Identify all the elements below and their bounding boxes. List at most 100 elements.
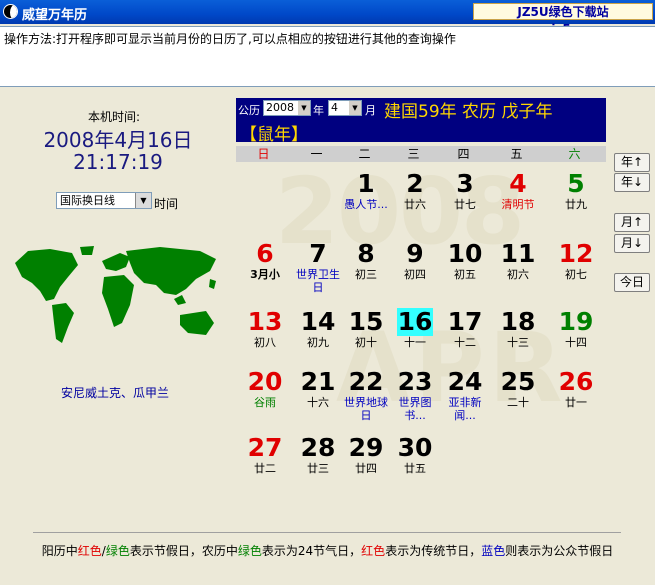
calendar-day[interactable]: 20 谷雨 xyxy=(240,367,290,410)
calendar-day[interactable]: 10 初五 xyxy=(440,239,490,282)
year-suffix: 年 xyxy=(313,104,324,117)
day-lunar-label: 初九 xyxy=(307,336,329,349)
calendar-day[interactable]: 27 廿二 xyxy=(240,434,290,476)
calendar-day[interactable]: 28 廿三 xyxy=(293,434,343,476)
calendar-day[interactable]: 6 3月小 xyxy=(240,240,290,282)
legend-text: 阳历中 xyxy=(41,544,78,558)
day-number: 4 xyxy=(509,169,527,198)
day-lunar-label: 十一 xyxy=(404,336,426,349)
day-lunar-label: 世界图书... xyxy=(398,396,432,422)
city-name: 安尼威土克、瓜甲兰 xyxy=(60,386,169,400)
day-number: 10 xyxy=(447,239,483,268)
day-lunar-label: 十二 xyxy=(454,336,476,349)
day-number: 29 xyxy=(348,433,384,462)
calendar-day[interactable]: 21 十六 xyxy=(293,367,343,410)
day-number: 21 xyxy=(300,367,336,396)
calendar-day[interactable]: 4 清明节 xyxy=(493,169,543,212)
day-number: 24 xyxy=(447,367,483,396)
calendar-day[interactable]: 22 世界地球日 xyxy=(341,367,391,423)
calendar-day[interactable]: 19 十四 xyxy=(551,307,601,350)
day-lunar-label: 廿二 xyxy=(254,462,276,475)
moon-icon xyxy=(3,4,18,19)
day-lunar-label: 十四 xyxy=(565,336,587,349)
day-number: 15 xyxy=(348,307,384,336)
zodiac-year: 【鼠年】 xyxy=(240,125,308,145)
day-lunar-label: 世界地球日 xyxy=(344,396,388,422)
calendar-day[interactable]: 17 十二 xyxy=(440,308,490,350)
chevron-down-icon[interactable]: ▼ xyxy=(298,101,310,115)
day-lunar-label: 谷雨 xyxy=(254,396,276,409)
legend-text: 表示为传统节日， xyxy=(385,544,482,558)
calendar-day[interactable]: 9 初四 xyxy=(390,239,440,282)
day-number: 7 xyxy=(309,239,327,268)
day-lunar-label: 初五 xyxy=(454,268,476,281)
day-number: 20 xyxy=(247,367,283,396)
calendar-day[interactable]: 2 廿六 xyxy=(390,169,440,212)
legend-red: 红色 xyxy=(361,544,386,558)
calendar-day[interactable]: 29 廿四 xyxy=(341,433,391,476)
calendar-day[interactable]: 16 十一 xyxy=(390,308,440,349)
day-number: 8 xyxy=(357,239,375,268)
day-number: 18 xyxy=(500,307,536,336)
legend-blue: 蓝色 xyxy=(481,544,506,558)
year-select[interactable]: 2008 ▼ xyxy=(263,100,311,116)
day-number: 23 xyxy=(397,367,433,396)
chevron-down-icon[interactable]: ▼ xyxy=(135,193,151,208)
month-select-value: 4 xyxy=(331,101,338,114)
day-lunar-label: 初十 xyxy=(355,336,377,349)
calendar-day[interactable]: 24 亚非新闻... xyxy=(440,367,490,423)
month-down-button[interactable]: 月↓ xyxy=(614,234,650,253)
timezone-suffix: 时间 xyxy=(154,197,179,211)
calendar-day[interactable]: 15 初十 xyxy=(341,307,391,350)
calendar-day[interactable]: 26 廿一 xyxy=(551,368,601,410)
day-number: 11 xyxy=(500,239,536,268)
year-select-value: 2008 xyxy=(266,101,294,114)
calendar-day[interactable]: 13 初八 xyxy=(240,307,290,350)
day-lunar-label: 初四 xyxy=(404,268,426,281)
day-number: 5 xyxy=(567,169,585,198)
year-down-button[interactable]: 年↓ xyxy=(614,173,650,192)
day-number: 13 xyxy=(247,307,283,336)
era-info: 建国59年 农历 戊子年 xyxy=(384,102,553,122)
calendar-day[interactable]: 1 愚人节... xyxy=(341,170,391,212)
legend-text: 表示为24节气日， xyxy=(261,544,362,558)
calendar-day[interactable]: 25 二十 xyxy=(493,368,543,410)
calendar-day[interactable]: 7 世界卫生日 xyxy=(293,239,343,295)
month-up-button[interactable]: 月↑ xyxy=(614,213,650,232)
day-number: 12 xyxy=(558,239,594,268)
day-lunar-label: 廿六 xyxy=(404,198,426,211)
calendar-day[interactable]: 14 初九 xyxy=(293,308,343,350)
local-time: 21:17:19 xyxy=(73,150,163,174)
calendar-day[interactable]: 18 十三 xyxy=(493,307,543,350)
month-select[interactable]: 4 ▼ xyxy=(328,100,362,116)
day-lunar-label: 清明节 xyxy=(501,198,535,211)
calendar-day[interactable]: 5 廿九 xyxy=(551,169,601,212)
calendar-day[interactable]: 30 廿五 xyxy=(390,434,440,476)
day-lunar-label: 初六 xyxy=(507,268,529,281)
day-lunar-label: 廿三 xyxy=(307,462,329,475)
calendar-day[interactable]: 8 初三 xyxy=(341,239,391,282)
day-number: 19 xyxy=(558,307,594,336)
calendar-day[interactable]: 12 初七 xyxy=(551,239,601,282)
legend-red: 红色 xyxy=(77,544,102,558)
divider xyxy=(33,532,621,533)
year-up-button[interactable]: 年↑ xyxy=(614,153,650,172)
day-number: 22 xyxy=(348,367,384,396)
local-time-panel: 本机时间: 2008年4月16日 21:17:19 国际换日线 ▼ 时间 安尼威… xyxy=(0,93,228,523)
brand-banner[interactable]: JZ5U绿色下载站 www.jz5u.com xyxy=(473,3,653,36)
today-button[interactable]: 今日 xyxy=(614,273,650,292)
day-lunar-label: 二十 xyxy=(507,396,529,409)
legend-green: 绿色 xyxy=(237,544,262,558)
timezone-select[interactable]: 国际换日线 ▼ xyxy=(56,192,152,209)
calendar-day[interactable]: 11 初六 xyxy=(493,239,543,282)
day-lunar-label: 初七 xyxy=(565,268,587,281)
calendar-day[interactable]: 3 廿七 xyxy=(440,170,490,212)
day-number: 9 xyxy=(406,239,424,268)
chevron-down-icon[interactable]: ▼ xyxy=(349,101,361,115)
calendar-day[interactable]: 23 世界图书... xyxy=(390,367,440,423)
day-number: 2 xyxy=(406,169,424,198)
color-legend: 阳历中红色/绿色表示节假日，农历中绿色表示为24节气日，红色表示为传统节日，蓝色… xyxy=(0,542,655,559)
day-lunar-label: 廿五 xyxy=(404,462,426,475)
day-lunar-label: 愚人节... xyxy=(344,198,388,211)
legend-green: 绿色 xyxy=(105,544,130,558)
